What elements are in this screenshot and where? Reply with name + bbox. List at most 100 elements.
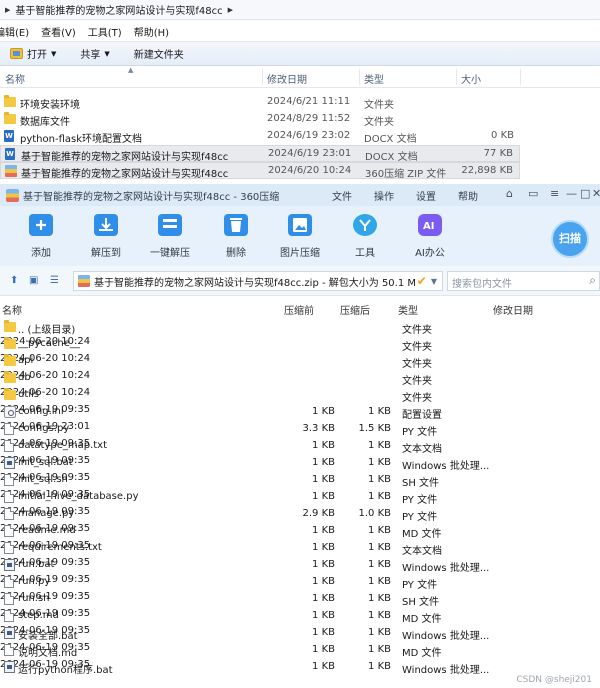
file-type: 文本文档: [402, 444, 442, 455]
file-name: run.sh: [18, 593, 50, 604]
column-original-size[interactable]: 压缩前: [284, 302, 314, 317]
chevron-down-icon[interactable]: ▼: [431, 277, 437, 286]
zip-navigation-bar: ⬆ ▣ ☰ 基于智能推荐的宠物之家网站设计与实现f48cc.zip - 解包大小…: [0, 266, 600, 296]
minimize-icon[interactable]: —: [566, 187, 577, 200]
image-compress-button[interactable]: 图片压缩: [275, 214, 325, 259]
list-item[interactable]: 环境安装环境 2024/6/21 11:11 文件夹: [0, 94, 520, 111]
column-divider[interactable]: [359, 69, 360, 85]
breadcrumb-folder[interactable]: 基于智能推荐的宠物之家网站设计与实现f48cc: [15, 2, 222, 17]
table-row[interactable]: manage.py 2.9 KB 1.0 KB PY 文件 2024-06-19 09:…: [0, 506, 600, 523]
share-button[interactable]: 共享 ▼: [80, 46, 110, 62]
check-icon: ✔: [416, 274, 427, 288]
up-arrow-icon[interactable]: ⬆: [10, 275, 18, 286]
table-row[interactable]: run.sh 1 KB 1 KB SH 文件 2024-06-19 09:35: [0, 591, 600, 608]
sort-up-icon: ▲: [128, 66, 134, 74]
zip-path-field[interactable]: 基于智能推荐的宠物之家网站设计与实现f48cc.zip - 解包大小为 50.1…: [73, 271, 443, 291]
maximize-icon[interactable]: □: [580, 187, 590, 200]
file-type: PY 文件: [402, 512, 438, 523]
table-row[interactable]: init_sql.bat 1 KB 1 KB Windows 批处理... 2024-0…: [0, 455, 600, 472]
table-row[interactable]: __pycache__ 文件夹 2024-06-20 10:24: [0, 336, 600, 353]
file-type: 文件夹: [402, 359, 432, 370]
column-divider[interactable]: [456, 69, 457, 85]
zip-menu-help[interactable]: 帮助: [458, 188, 478, 203]
zip-menu-settings[interactable]: 设置: [416, 188, 436, 203]
compressed-size: 1 KB: [368, 542, 391, 553]
table-row[interactable]: init_sql.sh 1 KB 1 KB SH 文件 2024-06-19 09:35: [0, 472, 600, 489]
column-size[interactable]: 大小: [461, 71, 481, 86]
menu-help[interactable]: 帮助(H): [134, 24, 169, 39]
folder-icon: [4, 354, 16, 366]
tool-label: 删除: [226, 248, 246, 259]
list-view-icon[interactable]: ☰: [50, 275, 59, 286]
table-row[interactable]: db 文件夹 2024-06-20 10:24: [0, 370, 600, 387]
menu-icon[interactable]: ≡: [550, 187, 559, 200]
original-size: 1 KB: [312, 542, 335, 553]
table-row[interactable]: initial_hive_database.py 1 KB 1 KB PY 文件 202…: [0, 489, 600, 506]
compressed-size: 1 KB: [368, 593, 391, 604]
column-divider[interactable]: [520, 69, 521, 85]
explorer-address-bar[interactable]: ▶ 基于智能推荐的宠物之家网站设计与实现f48cc ▶: [0, 0, 600, 20]
zip-path-text: 基于智能推荐的宠物之家网站设计与实现f48cc.zip - 解包大小为 50.1…: [94, 277, 417, 289]
table-row[interactable]: run.bat 1 KB 1 KB Windows 批处理... 2024-06-19 …: [0, 557, 600, 574]
tools-button[interactable]: 工具: [340, 214, 390, 259]
column-modified[interactable]: 修改日期: [493, 302, 533, 317]
zip-toolbar: 添加 解压到 一键解压 删除 图片压缩 工具 AI AI办公 扫描: [0, 206, 600, 266]
zip-menu-file[interactable]: 文件: [332, 188, 352, 203]
new-folder-button[interactable]: 新建文件夹: [134, 46, 184, 61]
list-item[interactable]: W python-flask环境配置文档 2024/6/19 23:02 DOC…: [0, 128, 520, 145]
column-date[interactable]: 修改日期: [267, 71, 307, 86]
delete-button[interactable]: 删除: [211, 214, 261, 259]
table-row[interactable]: .. (上级目录) 文件夹: [0, 319, 600, 336]
file-name: step.md: [18, 610, 59, 621]
ai-office-button[interactable]: AI AI办公: [405, 214, 455, 259]
scan-button[interactable]: 扫描: [551, 220, 589, 258]
search-icon[interactable]: ⌕: [589, 273, 596, 288]
file-name: init_sql.bat: [18, 457, 73, 468]
table-row[interactable]: 说明文档.md 1 KB 1 KB MD 文件 2024-06-19 09:35: [0, 642, 600, 659]
column-type[interactable]: 类型: [364, 71, 384, 86]
tool-label: 添加: [31, 248, 51, 259]
original-size: 1 KB: [312, 525, 335, 536]
file-name: configs.py: [18, 423, 70, 434]
table-row[interactable]: utils 文件夹 2024-06-20 10:24: [0, 387, 600, 404]
zip-menu-operate[interactable]: 操作: [374, 188, 394, 203]
column-name[interactable]: 名称: [5, 71, 25, 86]
file-name: config.ini: [18, 406, 64, 417]
folder-icon: [4, 320, 16, 332]
table-row[interactable]: requirements.txt 1 KB 1 KB 文本文档 2024-06-19 0…: [0, 540, 600, 557]
compressed-size: 1.0 KB: [358, 508, 392, 519]
open-button[interactable]: 打开 ▼: [10, 46, 56, 61]
table-row[interactable]: run.py 1 KB 1 KB PY 文件 2024-06-19 09:35: [0, 574, 600, 591]
list-item[interactable]: W 基于智能推荐的宠物之家网站设计与实现f48cc 2024/6/19 23:0…: [0, 145, 520, 163]
column-compressed-size[interactable]: 压缩后: [340, 302, 370, 317]
breadcrumb-chevron-icon[interactable]: ▶: [5, 6, 10, 14]
menu-edit[interactable]: 编辑(E): [0, 24, 29, 39]
column-name[interactable]: 名称: [2, 302, 22, 317]
table-row[interactable]: 运行python程序.bat 1 KB 1 KB Windows 批处理... 2024…: [0, 659, 600, 676]
zip-search-input[interactable]: 搜索包内文件 ⌕: [447, 271, 600, 291]
open-label: 打开: [27, 50, 47, 61]
breadcrumb-chevron-icon[interactable]: ▶: [228, 6, 233, 14]
column-divider[interactable]: [262, 69, 263, 85]
table-row[interactable]: configs.py 3.3 KB 1.5 KB PY 文件 2024-06-19 23…: [0, 421, 600, 438]
extract-to-button[interactable]: 解压到: [81, 214, 131, 259]
file-type: MD 文件: [402, 648, 442, 659]
one-click-extract-button[interactable]: 一键解压: [145, 214, 195, 259]
table-row[interactable]: readme.md 1 KB 1 KB MD 文件 2024-06-19 09:35: [0, 523, 600, 540]
list-item[interactable]: 数据库文件 2024/8/29 11:52 文件夹: [0, 111, 520, 128]
menu-tools[interactable]: 工具(T): [88, 24, 122, 39]
add-button[interactable]: 添加: [16, 214, 66, 259]
menu-view[interactable]: 查看(V): [41, 24, 76, 39]
message-icon[interactable]: ▭: [528, 187, 538, 200]
chevron-down-icon: ▼: [104, 49, 110, 58]
table-row[interactable]: 安装全部.bat 1 KB 1 KB Windows 批处理... 2024-06-19…: [0, 625, 600, 642]
table-row[interactable]: api 文件夹 2024-06-20 10:24: [0, 353, 600, 370]
view-icon[interactable]: ▣: [29, 275, 38, 286]
shirt-icon[interactable]: ⌂: [506, 187, 513, 200]
close-icon[interactable]: ✕: [592, 187, 600, 200]
list-item[interactable]: 基于智能推荐的宠物之家网站设计与实现f48cc 2024/6/20 10:24 …: [0, 162, 520, 180]
table-row[interactable]: datatype_map.txt 1 KB 1 KB 文本文档 2024-06-19 0…: [0, 438, 600, 455]
column-type[interactable]: 类型: [398, 302, 418, 317]
table-row[interactable]: config.ini 1 KB 1 KB 配置设置 2024-06-19 09:35: [0, 404, 600, 421]
table-row[interactable]: step.md 1 KB 1 KB MD 文件 2024-06-19 09:35: [0, 608, 600, 625]
